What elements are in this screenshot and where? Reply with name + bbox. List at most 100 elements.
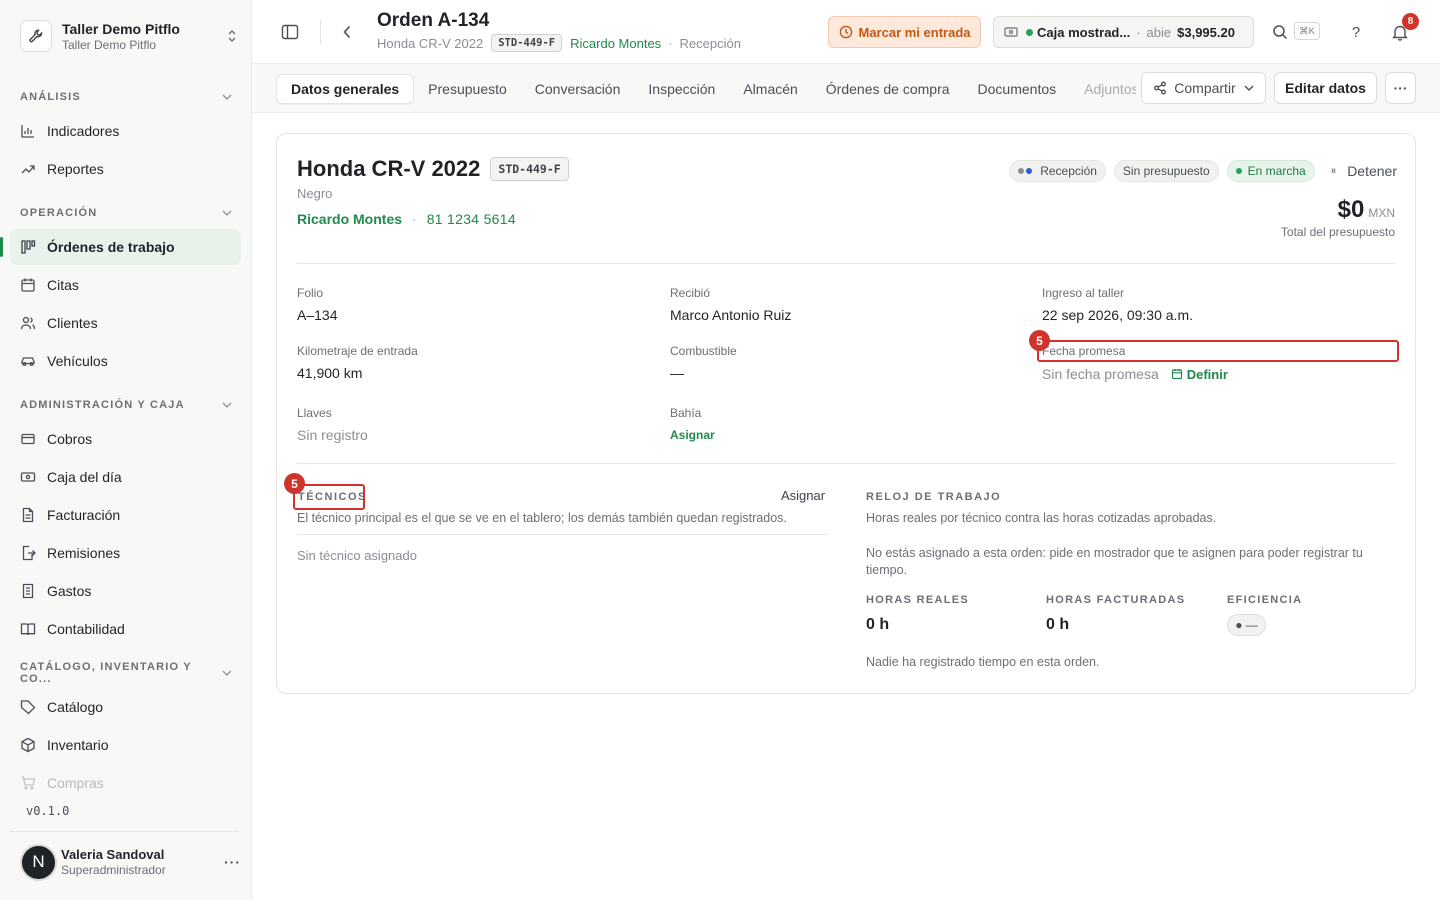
car-icon xyxy=(20,353,36,369)
breadcrumb-customer-link[interactable]: Ricardo Montes xyxy=(570,36,661,51)
divider xyxy=(297,534,827,535)
cash-register-selector[interactable]: Caja mostrad... · abie $3,995.20 xyxy=(993,16,1254,48)
sidebar-item-cobros[interactable]: Cobros xyxy=(10,421,241,457)
section-title: CATÁLOGO, INVENTARIO Y CO... xyxy=(20,661,192,685)
section-analisis[interactable]: ANÁLISIS xyxy=(20,89,232,105)
sidebar-item-facturacion[interactable]: Facturación xyxy=(10,497,241,533)
user-role: Superadministrador xyxy=(61,863,166,877)
divider xyxy=(297,263,1395,264)
divider xyxy=(320,20,321,44)
stage-chip: Recepción xyxy=(1009,160,1106,182)
stop-button[interactable]: ⏸ Detener xyxy=(1331,163,1397,179)
breadcrumb-vehicle: Honda CR-V 2022 xyxy=(377,35,484,51)
sidebar-item-catalogo[interactable]: Catálogo xyxy=(10,689,241,725)
running-chip-label: En marcha xyxy=(1247,164,1306,178)
field-ingreso: Ingreso al taller 22 sep 2026, 09:30 a.m… xyxy=(1042,285,1193,324)
vehicle-color: Negro xyxy=(297,186,333,201)
sidebar-item-vehiculos[interactable]: Vehículos xyxy=(10,343,241,379)
define-promise-button[interactable]: Definir xyxy=(1171,367,1228,382)
clock-title: RELOJ DE TRABAJO xyxy=(866,491,1002,503)
sidebar-item-label: Indicadores xyxy=(47,123,120,139)
field-folio: Folio A–134 xyxy=(297,285,337,324)
tab-datos-generales[interactable]: Datos generales xyxy=(276,74,415,104)
wallet-icon xyxy=(20,431,36,447)
divider xyxy=(10,831,239,832)
back-chevron-icon[interactable] xyxy=(335,20,359,44)
stat-label: HORAS FACTURADAS xyxy=(1046,594,1186,606)
share-icon xyxy=(1154,81,1167,95)
stat-value: 0 h xyxy=(1046,616,1070,633)
stat-label: HORAS REALES xyxy=(866,594,969,606)
sidebar-item-label: Gastos xyxy=(47,583,92,599)
more-horizontal-icon[interactable]: ··· xyxy=(224,854,240,870)
tab-almacen[interactable]: Almacén xyxy=(729,74,811,104)
section-administracion[interactable]: ADMINISTRACIÓN Y CAJA xyxy=(20,397,232,413)
phone-link[interactable]: 81 1234 5614 xyxy=(427,211,516,227)
field-kilometraje: Kilometraje de entrada 41,900 km xyxy=(297,343,418,382)
more-actions-button[interactable]: ··· xyxy=(1385,72,1416,104)
owner-link[interactable]: Ricardo Montes xyxy=(297,211,402,227)
assign-bay-link[interactable]: Asignar xyxy=(670,428,715,442)
tabs-bar: Datos generales Presupuesto Conversación… xyxy=(252,64,1440,113)
avatar: N xyxy=(20,843,57,881)
total-amount: $0 xyxy=(1337,196,1365,223)
sidebar: Taller Demo Pitflo Taller Demo Pitflo AN… xyxy=(0,0,252,900)
topbar: Orden A-134 Honda CR-V 2022 STD-449-F Ri… xyxy=(252,0,1440,64)
field-label: Bahía xyxy=(670,406,702,420)
field-value: Marco Antonio Ruiz xyxy=(670,307,792,323)
field-value: Sin fecha promesa xyxy=(1042,366,1159,382)
breadcrumb-stage: Recepción xyxy=(679,35,741,51)
shortcut-hint: ⌘K xyxy=(1294,22,1320,40)
share-button[interactable]: Compartir xyxy=(1141,72,1266,104)
technicians-desc: El técnico principal es el que se ve en … xyxy=(297,511,787,525)
sidebar-item-reportes[interactable]: Reportes xyxy=(10,151,241,187)
tab-ordenes-compra[interactable]: Órdenes de compra xyxy=(812,74,964,104)
org-switcher[interactable]: Taller Demo Pitflo Taller Demo Pitflo xyxy=(20,16,240,56)
sidebar-item-label: Cobros xyxy=(47,431,93,447)
section-catalogo[interactable]: CATÁLOGO, INVENTARIO Y CO... xyxy=(20,661,232,685)
highlight-box xyxy=(1037,340,1399,362)
clock-empty: Nadie ha registrado tiempo en esta orden… xyxy=(866,655,1100,669)
sidebar-item-caja[interactable]: Caja del día xyxy=(10,459,241,495)
sidebar-item-compras[interactable]: Compras xyxy=(10,765,241,801)
chevron-down-icon xyxy=(1244,85,1254,91)
user-menu[interactable]: N Valeria Sandoval Superadministrador ··… xyxy=(20,843,240,881)
sidebar-item-inventario[interactable]: Inventario xyxy=(10,727,241,763)
sidebar-item-label: Contabilidad xyxy=(47,621,125,637)
budget-total: $0 MXN Total del presupuesto xyxy=(1281,196,1395,239)
sidebar-item-gastos[interactable]: Gastos xyxy=(10,573,241,609)
tab-conversacion[interactable]: Conversación xyxy=(521,74,635,104)
tab-presupuesto[interactable]: Presupuesto xyxy=(414,74,521,104)
field-value: Sin registro xyxy=(297,427,368,443)
sidebar-item-ordenes[interactable]: Órdenes de trabajo xyxy=(0,229,241,265)
field-recibio: Recibió Marco Antonio Ruiz xyxy=(670,285,791,324)
tab-inspeccion[interactable]: Inspección xyxy=(634,74,729,104)
sidebar-item-citas[interactable]: Citas xyxy=(10,267,241,303)
total-label: Total del presupuesto xyxy=(1280,225,1395,239)
clock-icon xyxy=(839,25,852,39)
tab-adjuntos[interactable]: Adjuntos xyxy=(1070,74,1136,104)
mark-entry-button[interactable]: Marcar mi entrada xyxy=(828,16,981,48)
search-icon[interactable] xyxy=(1268,20,1292,44)
sidebar-item-clientes[interactable]: Clientes xyxy=(10,305,241,341)
assign-technician-button[interactable]: Asignar xyxy=(781,488,825,503)
stop-label: Detener xyxy=(1347,163,1397,179)
sidebar-toggle-icon[interactable] xyxy=(278,20,302,44)
edit-data-button[interactable]: Editar datos xyxy=(1274,72,1377,104)
cash-icon xyxy=(20,469,36,485)
help-icon[interactable]: ? xyxy=(1344,20,1368,44)
box-icon xyxy=(20,737,36,753)
section-title: OPERACIÓN xyxy=(20,207,98,219)
sidebar-item-remisiones[interactable]: Remisiones xyxy=(10,535,241,571)
define-label: Definir xyxy=(1186,366,1228,382)
section-operacion[interactable]: OPERACIÓN xyxy=(20,205,232,221)
section-title: ANÁLISIS xyxy=(20,91,81,103)
separator: · xyxy=(668,35,673,51)
sidebar-item-contabilidad[interactable]: Contabilidad xyxy=(10,611,241,647)
budget-chip: Sin presupuesto xyxy=(1113,160,1219,182)
tab-documentos[interactable]: Documentos xyxy=(964,74,1071,104)
field-label: Ingreso al taller xyxy=(1042,286,1125,300)
field-label: Folio xyxy=(297,286,324,300)
plate-badge: STD-449-F xyxy=(490,157,569,181)
sidebar-item-indicadores[interactable]: Indicadores xyxy=(10,113,241,149)
